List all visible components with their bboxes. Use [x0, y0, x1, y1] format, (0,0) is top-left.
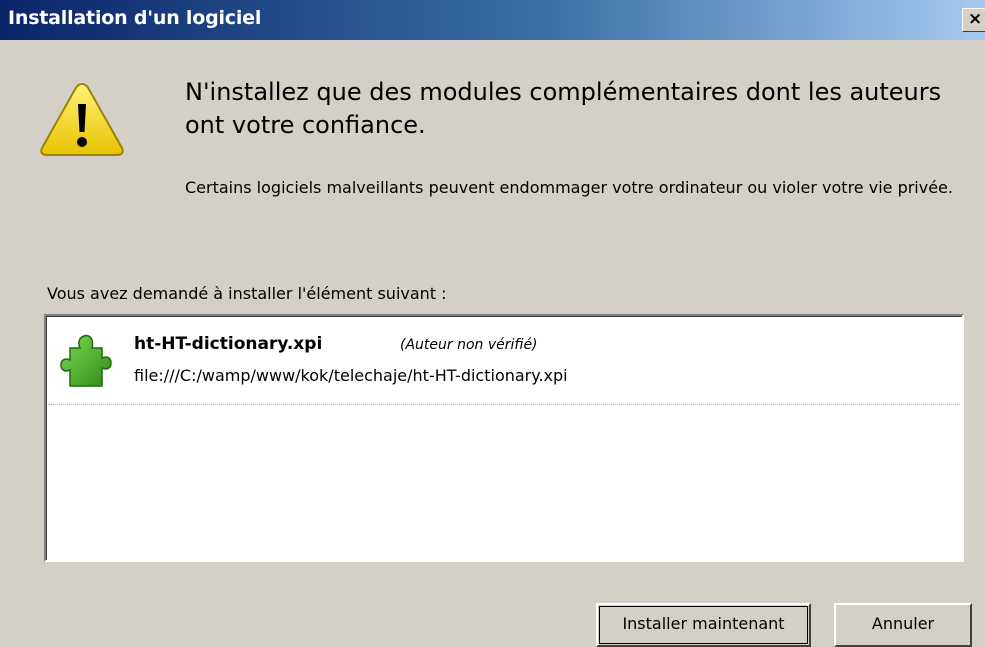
item-author: (Auteur non vérifié) [400, 337, 538, 353]
title-bar[interactable]: Installation d'un logiciel × [0, 0, 985, 40]
warning-description: Certains logiciels malveillants peuvent … [185, 178, 953, 197]
install-dialog: Installation d'un logiciel × N'installez… [0, 0, 985, 647]
item-name: ht-HT-dictionary.xpi [134, 334, 323, 354]
cancel-button[interactable]: Annuler [834, 603, 972, 647]
request-label: Vous avez demandé à installer l'élément … [47, 284, 447, 303]
close-icon: × [968, 9, 983, 29]
list-item[interactable]: ht-HT-dictionary.xpi (Auteur non vérifié… [48, 318, 960, 405]
close-button[interactable]: × [962, 8, 985, 32]
window-title: Installation d'un logiciel [8, 7, 262, 29]
warning-triangle-icon [40, 82, 124, 156]
install-now-button[interactable]: Installer maintenant [596, 603, 811, 647]
warning-headline: N'installez que des modules complémentai… [185, 78, 942, 139]
item-url: file:///C:/wamp/www/kok/telechaje/ht-HT-… [134, 366, 568, 385]
install-item-list[interactable]: ht-HT-dictionary.xpi (Auteur non vérifié… [44, 314, 964, 562]
puzzle-piece-icon [60, 334, 112, 387]
